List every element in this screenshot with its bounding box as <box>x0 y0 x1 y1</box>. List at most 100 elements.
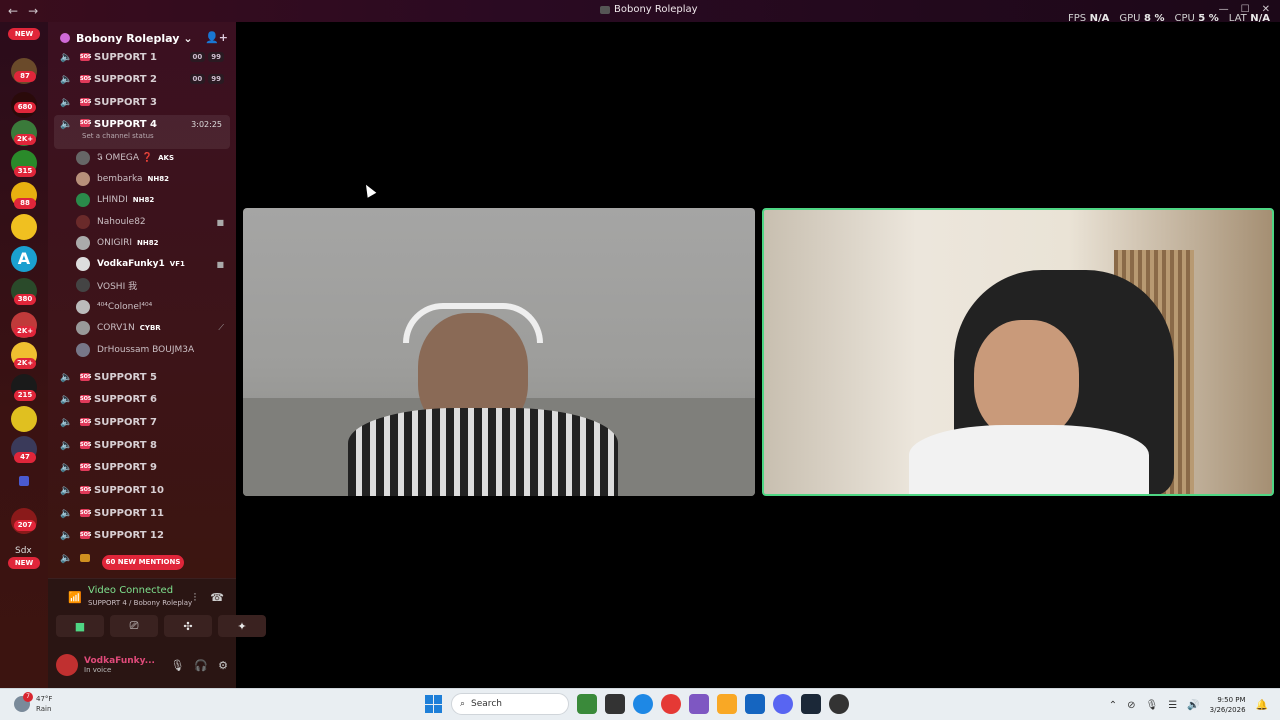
voice-channel-support-8[interactable]: 🔈 SOS SUPPORT 8 <box>54 435 230 455</box>
wifi-icon[interactable]: ☰ <box>1168 700 1177 711</box>
activities-icon: ✣ <box>183 619 193 633</box>
camera-icon: ■ <box>216 217 224 227</box>
search-box[interactable]: ⌕ Search <box>451 693 569 715</box>
soundboard-icon: ✦ <box>237 619 247 633</box>
invite-people-icon[interactable]: 👤+ <box>205 31 228 44</box>
voice-user[interactable]: VOSHI 我 <box>76 275 230 295</box>
video-tile-speaking[interactable] <box>762 208 1274 496</box>
clan-tag: CYBR <box>139 324 161 332</box>
voice-channel-support-12[interactable]: 🔈 SOS SUPPORT 12 <box>54 525 230 545</box>
notification-icon[interactable]: 🔔 <box>1256 700 1268 711</box>
lat-label: LAT <box>1228 13 1247 24</box>
sos-icon: SOS <box>80 75 92 83</box>
avatar <box>76 321 90 335</box>
voice-channel-support-4[interactable]: 🔈 SOS SUPPORT 4 3:02:25 Set a channel sta… <box>54 115 230 149</box>
steam-icon[interactable] <box>801 694 821 714</box>
edge-icon[interactable] <box>633 694 653 714</box>
server-name-text[interactable]: Sdx <box>15 546 32 556</box>
forward-icon[interactable]: → <box>28 4 38 18</box>
user-panel[interactable]: VodkaFunky... In voice 🎙 🎧 ⚙ <box>56 651 232 679</box>
new-mentions-pill[interactable]: 60 NEW MENTIONS <box>102 555 184 570</box>
avatar[interactable] <box>56 654 78 676</box>
video-camera-icon: ■ <box>74 619 86 633</box>
microphone-icon[interactable]: 🎙 <box>1146 700 1159 711</box>
voice-user[interactable]: DrHoussam BOUJM3A <box>76 340 230 360</box>
voice-user[interactable]: LHINDI NH82 <box>76 190 230 210</box>
server-icon[interactable] <box>11 214 37 240</box>
avatar <box>76 236 90 250</box>
network-icon[interactable]: ⊘ <box>1127 700 1135 711</box>
person-shirt <box>909 425 1149 494</box>
gear-icon[interactable]: ⚙ <box>218 659 228 672</box>
voice-channel-link[interactable]: SUPPORT 4 / Bobony Roleplay <box>88 599 192 607</box>
disconnect-icon[interactable]: ☎ <box>210 591 224 605</box>
screen-share-icon: ⎚ <box>129 619 139 632</box>
user-name: bembarka <box>97 174 143 184</box>
new-unreads-pill[interactable]: NEW <box>8 28 40 40</box>
screen-share-button[interactable]: ⎚ <box>110 615 158 637</box>
voice-user[interactable]: VodkaFunky1 VF1 ■ <box>76 254 230 274</box>
mention-badge: 2K+ <box>14 326 37 337</box>
connection-signal-icon[interactable]: 📶 <box>68 591 82 604</box>
start-button[interactable] <box>425 695 443 713</box>
server-icon[interactable] <box>11 406 37 432</box>
microphone-icon[interactable]: 🎙 <box>170 659 184 672</box>
lock-icon <box>80 554 90 562</box>
voice-channel-support-1[interactable]: 🔈 SOS SUPPORT 1 00 99 <box>54 47 230 67</box>
camera-button[interactable]: ■ <box>56 615 104 637</box>
speaker-icon: 🔈 <box>60 51 73 63</box>
weather-widget[interactable]: 7 47°F Rain <box>14 692 52 714</box>
back-icon[interactable]: ← <box>8 4 18 18</box>
user-name: VodkaFunky1 <box>97 259 165 269</box>
chrome-icon[interactable] <box>661 694 681 714</box>
speaker-icon: 🔈 <box>60 507 73 519</box>
voice-channel-support-10[interactable]: 🔈 SOS SUPPORT 10 <box>54 480 230 500</box>
voice-user[interactable]: Nahoule82 ■ <box>76 212 230 232</box>
store-icon[interactable] <box>745 694 765 714</box>
activities-button[interactable]: ✣ <box>164 615 212 637</box>
fps-value: N/A <box>1089 13 1110 24</box>
folder-icon[interactable] <box>19 476 29 486</box>
app-icon[interactable] <box>829 694 849 714</box>
voice-channel-support-5[interactable]: 🔈 SOS SUPPORT 5 <box>54 367 230 387</box>
voice-user[interactable]: CORV1N CYBR ⟋ <box>76 318 230 338</box>
video-tile[interactable] <box>243 208 755 496</box>
copilot-icon[interactable] <box>689 694 709 714</box>
headphones-icon[interactable]: 🎧 <box>194 659 208 672</box>
server-icon[interactable]: A <box>11 246 37 272</box>
speaker-icon: 🔈 <box>60 439 73 451</box>
voice-user[interactable]: ⁴⁰⁴Colonel⁴⁰⁴ <box>76 297 230 317</box>
clock[interactable]: 9:50 PM 3/26/2026 <box>1210 695 1246 715</box>
discord-icon[interactable] <box>773 694 793 714</box>
channel-status[interactable]: Set a channel status <box>82 132 154 140</box>
voice-user[interactable]: 𝕴 OMEGA ❓ AKS <box>76 148 230 168</box>
channel-name: SUPPORT 1 <box>94 51 157 63</box>
voice-status-title: Video Connected <box>88 585 174 596</box>
user-panel-name: VodkaFunky... <box>84 656 155 666</box>
clan-tag: NH82 <box>147 175 169 183</box>
task-view-icon[interactable] <box>605 694 625 714</box>
mention-badge: 207 <box>14 520 36 531</box>
file-explorer-icon[interactable] <box>717 694 737 714</box>
voice-channel-support-3[interactable]: 🔈 SOS SUPPORT 3 <box>54 92 230 112</box>
time-text: 9:50 PM <box>1217 696 1246 704</box>
voice-channel-support-11[interactable]: 🔈 SOS SUPPORT 11 <box>54 503 230 523</box>
user-limit-count: 99 <box>208 52 224 62</box>
voice-channel-support-9[interactable]: 🔈 SOS SUPPORT 9 <box>54 457 230 477</box>
voice-channel-support-7[interactable]: 🔈 SOS SUPPORT 7 <box>54 412 230 432</box>
soundboard-button[interactable]: ✦ <box>218 615 266 637</box>
voice-user[interactable]: ONIGIRI NH82 <box>76 233 230 253</box>
mention-badge: 87 <box>14 71 36 82</box>
user-limit: 00 99 <box>189 74 224 84</box>
voice-user[interactable]: bembarka NH82 <box>76 169 230 189</box>
voice-channel-support-2[interactable]: 🔈 SOS SUPPORT 2 00 99 <box>54 69 230 89</box>
avatar <box>76 343 90 357</box>
server-list: NEW 87 680 2K+ 315 88 A 380 2K+ 2K+ 215 … <box>0 22 48 688</box>
new-unreads-pill[interactable]: NEW <box>8 557 40 569</box>
weather-icon: 7 <box>14 692 33 712</box>
volume-icon[interactable]: 🔊 <box>1187 700 1199 711</box>
taskbar-app-icon[interactable] <box>577 694 597 714</box>
noise-suppression-icon[interactable]: ⫶ <box>194 591 197 605</box>
chevron-up-icon[interactable]: ⌃ <box>1109 700 1117 711</box>
voice-channel-support-6[interactable]: 🔈 SOS SUPPORT 6 <box>54 389 230 409</box>
